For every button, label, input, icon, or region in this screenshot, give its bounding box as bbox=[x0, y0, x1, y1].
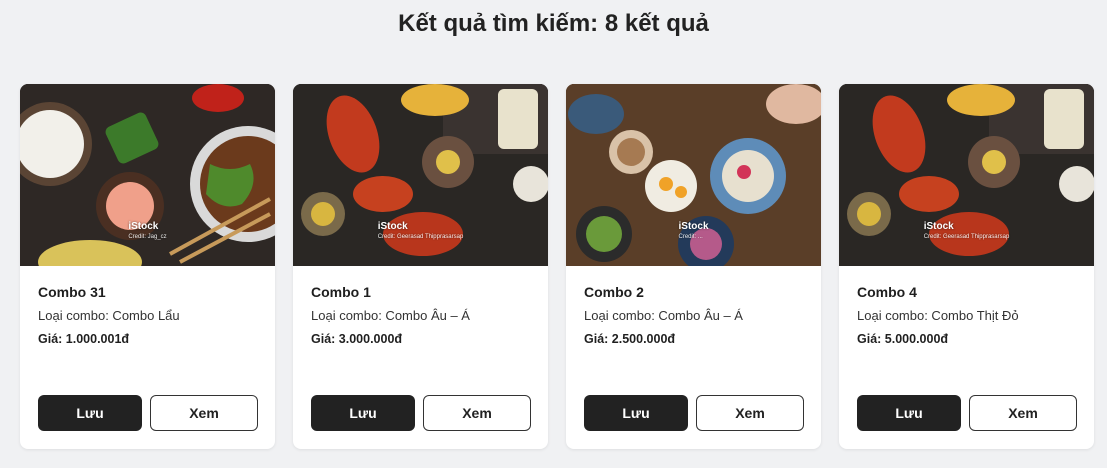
save-button[interactable]: Lưu bbox=[38, 395, 142, 431]
combo-type: Loại combo: Combo Thịt Đỏ bbox=[857, 308, 1019, 323]
combo-type: Loại combo: Combo Âu – Á bbox=[311, 308, 470, 323]
combo-name: Combo 2 bbox=[584, 284, 644, 300]
watermark: iStock Credit: Geerasad Thipprasarsap bbox=[377, 221, 464, 241]
view-button[interactable]: Xem bbox=[969, 395, 1077, 431]
combo-image[interactable]: iStock Credit: Geerasad Thipprasarsap bbox=[839, 84, 1094, 266]
combo-type: Loại combo: Combo Lẩu bbox=[38, 308, 180, 323]
view-button[interactable]: Xem bbox=[150, 395, 258, 431]
view-button[interactable]: Xem bbox=[423, 395, 531, 431]
watermark: iStock Credit: Jag_cz bbox=[128, 221, 167, 241]
save-button[interactable]: Lưu bbox=[857, 395, 961, 431]
combo-image[interactable]: iStock Credit: ... bbox=[566, 84, 821, 266]
save-button[interactable]: Lưu bbox=[311, 395, 415, 431]
page-title: Kết quả tìm kiếm: 8 kết quả bbox=[398, 10, 709, 37]
results-grid: iStock Credit: Jag_cz Combo 31 Loại combo… bbox=[20, 84, 1094, 449]
combo-image[interactable]: iStock Credit: Geerasad Thipprasarsap bbox=[293, 84, 548, 266]
combo-type: Loại combo: Combo Âu – Á bbox=[584, 308, 743, 323]
combo-card: iStock Credit: ... Combo 2 Loại combo: Co… bbox=[566, 84, 821, 449]
combo-price: Giá: 3.000.000đ bbox=[311, 332, 403, 346]
combo-price: Giá: 1.000.001đ bbox=[38, 332, 130, 346]
combo-name: Combo 31 bbox=[38, 284, 106, 300]
combo-image[interactable]: iStock Credit: Jag_cz bbox=[20, 84, 275, 266]
combo-name: Combo 4 bbox=[857, 284, 917, 300]
combo-price: Giá: 5.000.000đ bbox=[857, 332, 949, 346]
save-button[interactable]: Lưu bbox=[584, 395, 688, 431]
combo-name: Combo 1 bbox=[311, 284, 371, 300]
combo-card: iStock Credit: Geerasad Thipprasarsap Com… bbox=[293, 84, 548, 449]
combo-card: iStock Credit: Geerasad Thipprasarsap Com… bbox=[839, 84, 1094, 449]
combo-card: iStock Credit: Jag_cz Combo 31 Loại combo… bbox=[20, 84, 275, 449]
combo-price: Giá: 2.500.000đ bbox=[584, 332, 676, 346]
watermark: iStock Credit: ... bbox=[678, 221, 709, 241]
view-button[interactable]: Xem bbox=[696, 395, 804, 431]
watermark: iStock Credit: Geerasad Thipprasarsap bbox=[923, 221, 1010, 241]
